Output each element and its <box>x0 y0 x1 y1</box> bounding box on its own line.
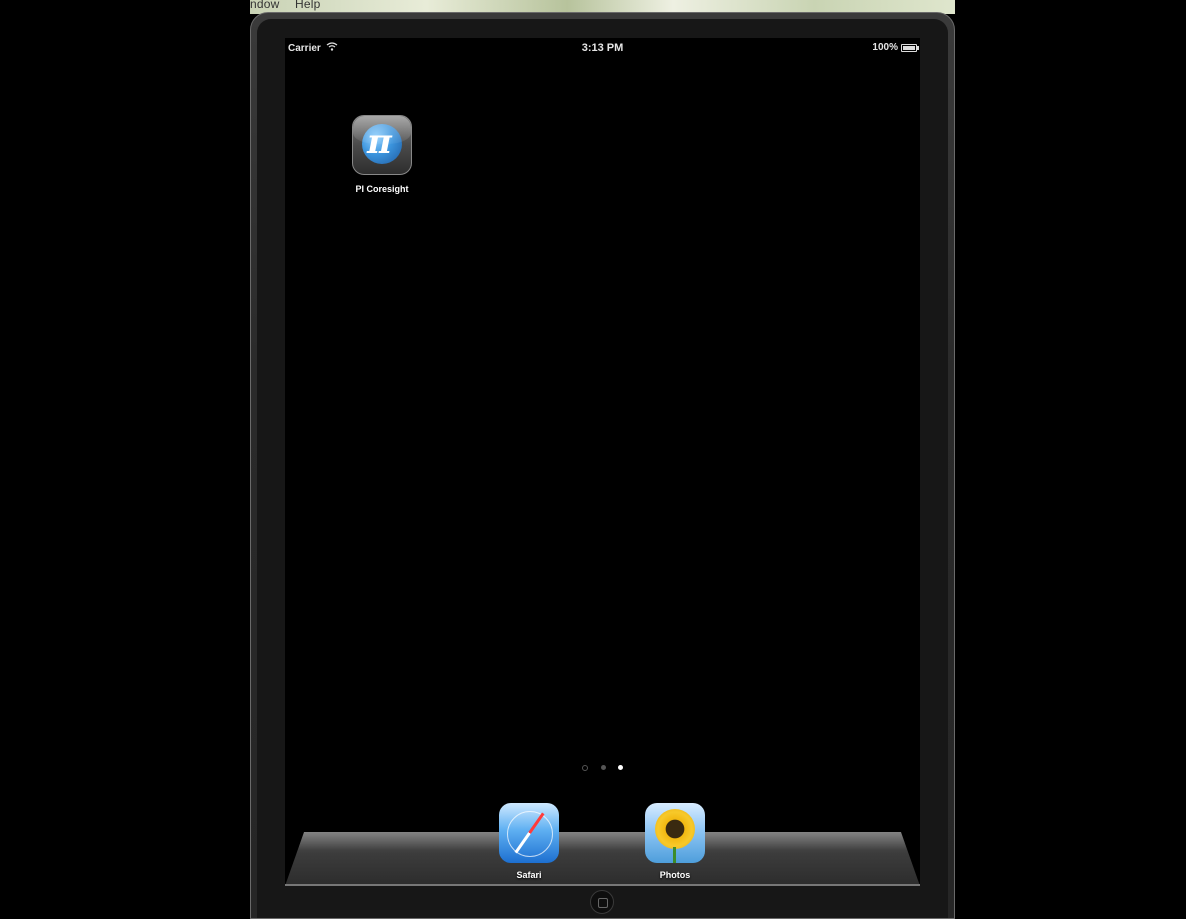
status-bar: Carrier 3:13 PM 100% <box>285 38 920 58</box>
sunflower-icon[interactable] <box>645 803 705 863</box>
page-dot-active[interactable] <box>617 765 623 771</box>
dock-shelf <box>285 832 920 886</box>
dock-app-photos[interactable]: Photos <box>625 803 725 880</box>
app-pi-coresight[interactable]: π PI Coresight <box>332 115 432 194</box>
battery-icon <box>901 43 919 52</box>
page-dot[interactable] <box>600 765 606 771</box>
host-menu-window[interactable]: ndow <box>250 0 280 11</box>
ipad-screen: Carrier 3:13 PM 100% π PI Coresight Safa… <box>285 38 920 886</box>
app-label: PI Coresight <box>355 184 409 194</box>
battery-percent: 100% <box>872 42 898 53</box>
home-button[interactable] <box>590 890 614 914</box>
app-label: Safari <box>516 870 542 880</box>
dock-app-safari[interactable]: Safari <box>479 803 579 880</box>
dock <box>285 832 920 886</box>
host-menu-bar: ndow Help <box>250 0 333 11</box>
page-indicator[interactable] <box>285 759 920 771</box>
status-battery: 100% <box>872 42 919 53</box>
safari-compass-icon[interactable] <box>499 803 559 863</box>
search-page-icon[interactable] <box>582 764 589 771</box>
host-menu-help[interactable]: Help <box>295 0 320 11</box>
pi-coresight-icon[interactable]: π <box>352 115 412 175</box>
status-time: 3:13 PM <box>581 42 624 54</box>
app-label: Photos <box>659 870 691 880</box>
dock-edge <box>285 884 920 886</box>
